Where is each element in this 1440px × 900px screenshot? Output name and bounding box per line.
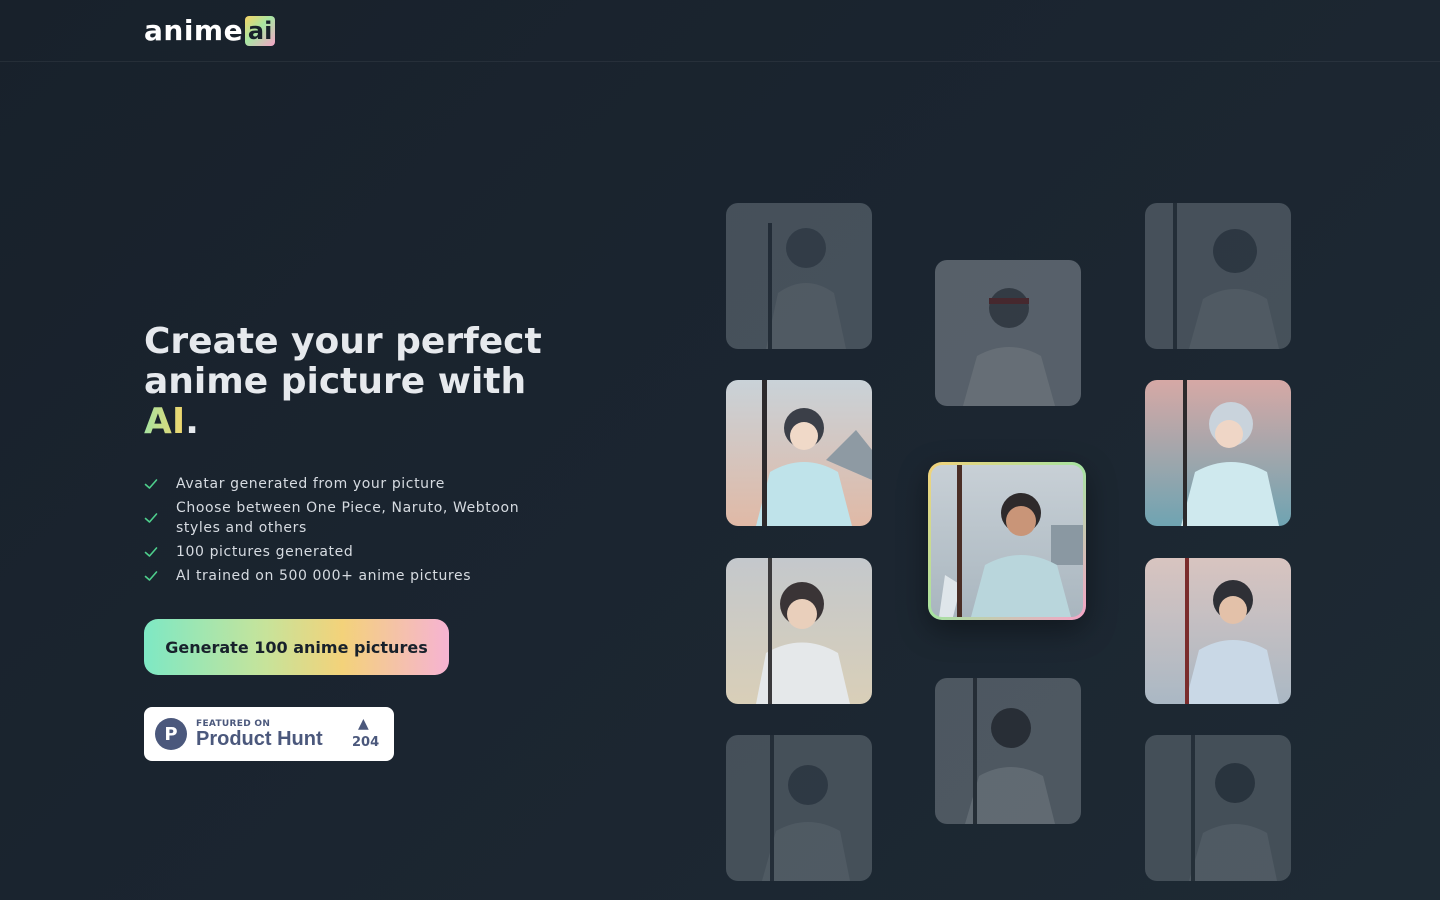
hero-title-period: .	[185, 401, 199, 442]
feature-text: Choose between One Piece, Naruto, Webtoo…	[176, 500, 520, 536]
anime-avatar-icon	[726, 735, 872, 881]
anime-avatar-icon	[1145, 203, 1291, 349]
gallery-image	[726, 203, 872, 349]
gallery-image	[935, 260, 1081, 406]
site-header: anime ai	[0, 0, 1440, 62]
feature-list: Avatar generated from your picture Choos…	[144, 474, 564, 590]
gallery-image	[726, 558, 872, 704]
anime-avatar-icon	[1145, 735, 1291, 881]
gallery-image	[1145, 558, 1291, 704]
feature-item: 100 pictures generated	[144, 542, 564, 562]
upvote-arrow-icon: ▲	[358, 716, 369, 732]
gallery-image	[1145, 203, 1291, 349]
anime-avatar-icon	[935, 678, 1081, 824]
logo-wordmark: anime	[144, 13, 244, 47]
feature-text: AI trained on 500 000+ anime pictures	[176, 568, 472, 584]
feature-text: 100 pictures generated	[176, 544, 354, 560]
check-icon	[144, 479, 158, 489]
hero-title-text: Create your perfect anime picture with	[144, 321, 542, 402]
generate-button[interactable]: Generate 100 anime pictures	[144, 619, 449, 675]
anime-avatar-icon	[726, 203, 872, 349]
gallery-image-featured	[928, 462, 1086, 620]
feature-item: Choose between One Piece, Naruto, Webtoo…	[144, 498, 564, 538]
upvote-count: 204	[352, 735, 380, 750]
gallery-image	[1145, 380, 1291, 526]
feature-item: Avatar generated from your picture	[144, 474, 564, 494]
anime-avatar-icon	[935, 260, 1081, 406]
site-logo[interactable]: anime ai	[144, 13, 276, 47]
feature-item: AI trained on 500 000+ anime pictures	[144, 566, 564, 586]
check-icon	[144, 571, 158, 581]
feature-text: Avatar generated from your picture	[176, 476, 445, 492]
anime-avatar-icon	[726, 558, 872, 704]
anime-avatar-icon	[1145, 380, 1291, 526]
source-photo-icon	[931, 465, 1083, 617]
product-hunt-badge[interactable]: P FEATURED ON Product Hunt ▲ 204	[144, 707, 394, 761]
gallery-image	[935, 678, 1081, 824]
check-icon	[144, 513, 158, 523]
gallery-image	[726, 735, 872, 881]
product-hunt-name: Product Hunt	[196, 728, 323, 750]
gallery-image	[1145, 735, 1291, 881]
hero-title-ai: AI	[144, 401, 186, 442]
check-icon	[144, 547, 158, 557]
anime-avatar-icon	[1145, 558, 1291, 704]
gallery-image	[726, 380, 872, 526]
logo-ai-badge: ai	[245, 15, 276, 46]
product-hunt-logo-icon: P	[155, 718, 187, 750]
anime-avatar-icon	[726, 380, 872, 526]
hero-title: Create your perfect anime picture with A…	[144, 322, 564, 442]
